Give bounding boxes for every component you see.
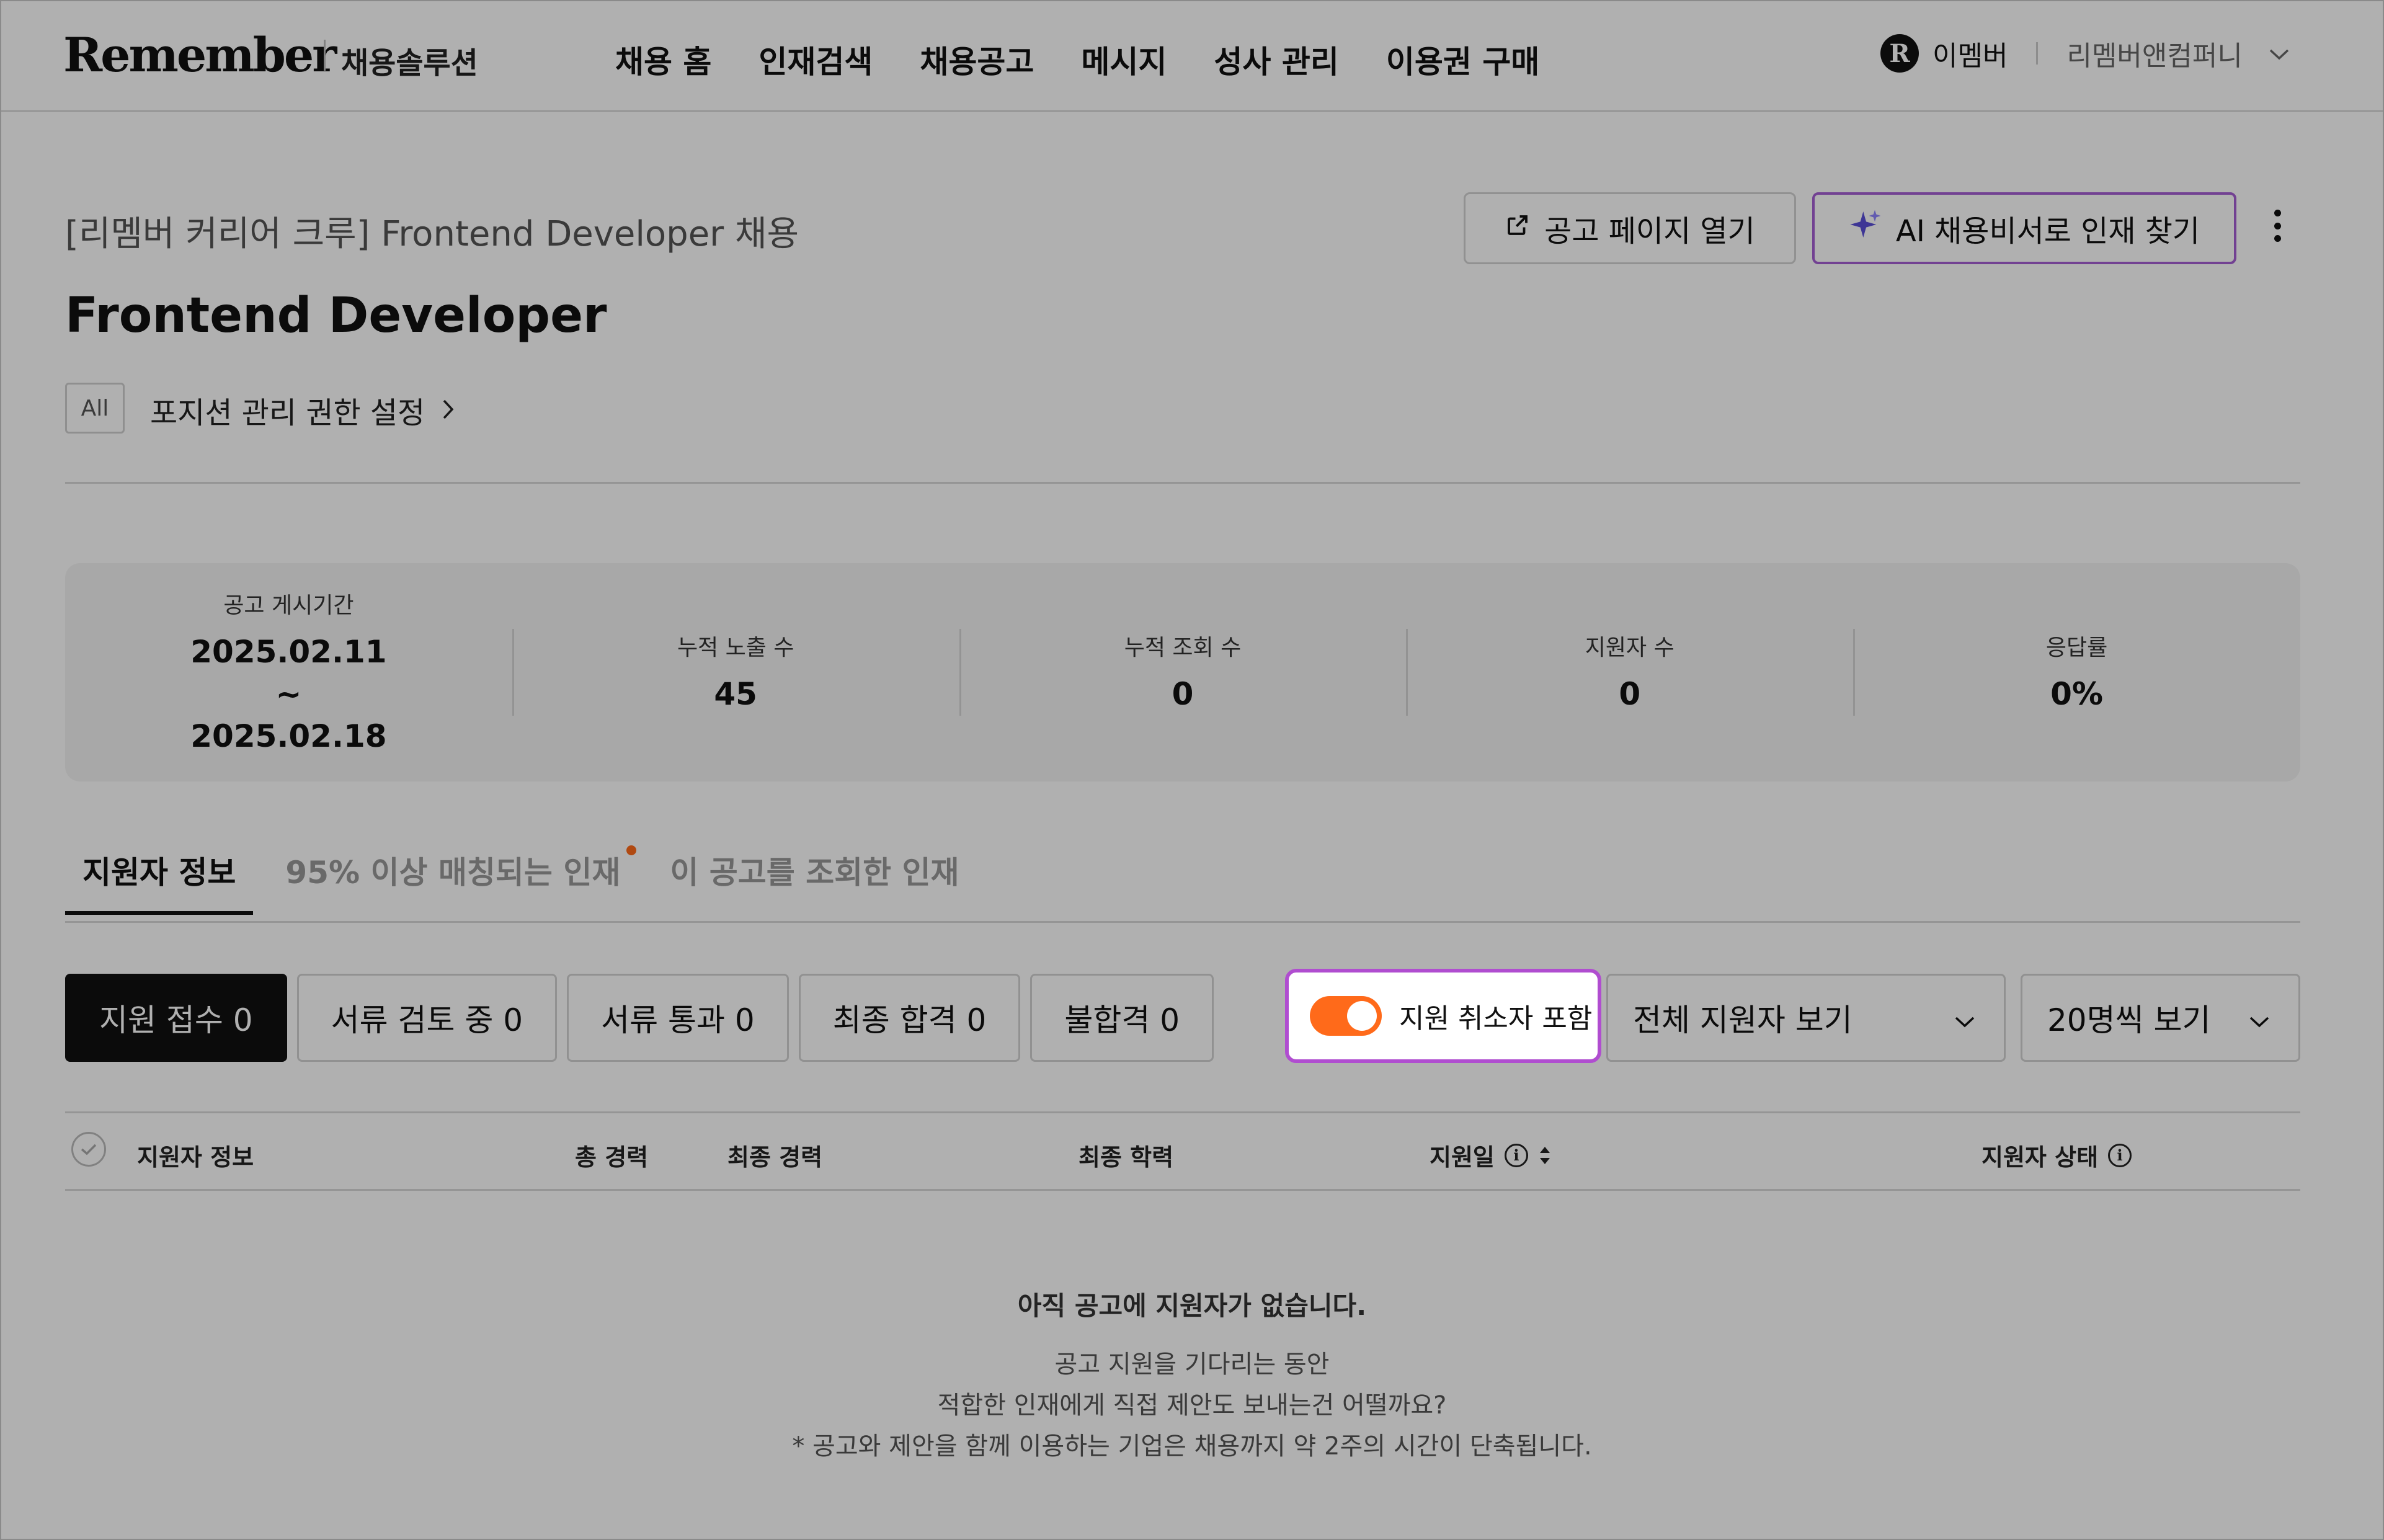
- nav-item-deal-management[interactable]: 성사 관리: [1214, 37, 1338, 82]
- info-icon[interactable]: i: [2108, 1143, 2132, 1167]
- permission-settings-label: 포지션 관리 권한 설정: [150, 396, 425, 430]
- stat-value: 0: [1172, 676, 1194, 712]
- col-education: 최종 학력: [1079, 1144, 1174, 1171]
- top-header: Remember 채용솔루션 채용 홈 인재검색 채용공고 메시지 성사 관리 …: [1, 1, 2383, 112]
- toggle-knob: [1347, 1001, 1377, 1031]
- status-filter-group: 지원 접수 0 서류 검토 중 0 서류 통과 0 최종 합격 0 불합격 0: [65, 974, 1214, 1062]
- filter-final-pass[interactable]: 최종 합격 0: [798, 974, 1021, 1062]
- user-name: 이멤버: [1933, 40, 2008, 72]
- empty-state-line: * 공고와 제안을 함께 이용하는 기업은 채용까지 약 2주의 시간이 단축됩…: [792, 1432, 1592, 1461]
- stat-posting-period: 공고 게시기간 2025.02.11 ~ 2025.02.18: [65, 563, 512, 781]
- chevron-down-icon: [2269, 41, 2290, 66]
- nav-item-talent-search[interactable]: 인재검색: [758, 37, 873, 82]
- col-applicant-status-label: 지원자 상태: [1981, 1144, 2099, 1171]
- filter-document-passed[interactable]: 서류 통과 0: [567, 974, 789, 1062]
- toggle-switch[interactable]: [1310, 996, 1382, 1036]
- user-divider: [2036, 42, 2039, 65]
- chevron-down-icon: [2249, 1000, 2270, 1036]
- open-posting-page-button[interactable]: 공고 페이지 열기: [1464, 192, 1796, 264]
- ai-assistant-button[interactable]: AI 채용비서로 인재 찾기: [1812, 192, 2236, 264]
- stat-value: 2025.02.11 ~ 2025.02.18: [190, 634, 387, 754]
- stat-applicants: 지원자 수 0: [1406, 563, 1853, 781]
- applicant-view-value: 전체 지원자 보기: [1633, 1002, 1852, 1038]
- applicant-view-select[interactable]: 전체 지원자 보기: [1606, 974, 2006, 1062]
- section-divider: [65, 482, 2300, 484]
- job-posting-subtitle: [리멤버 커리어 크루] Frontend Developer 채용: [65, 214, 799, 254]
- empty-state: 아직 공고에 지원자가 없습니다. 공고 지원을 기다리는 동안 적합한 인재에…: [1, 1285, 2383, 1467]
- external-link-icon: [1505, 211, 1531, 246]
- stat-value: 45: [714, 676, 757, 712]
- col-applied-date[interactable]: 지원일 i: [1430, 1138, 1552, 1172]
- highlighted-toggle-wrapper: 지원 취소자 포함: [1285, 969, 1601, 1063]
- select-all-check-icon[interactable]: [71, 1132, 106, 1167]
- applicant-table-header: 지원자 정보 총 경력 최종 경력 최종 학력 지원일 i 지원자 상태 i: [65, 1111, 2300, 1191]
- page-size-value: 20명씩 보기: [2047, 1002, 2211, 1038]
- sparkle-icon: [1849, 207, 1884, 249]
- applicant-tabs: 지원자 정보 95% 이상 매칭되는 인재 이 공고를 조회한 인재: [65, 845, 992, 915]
- stat-label: 지원자 수: [1585, 635, 1675, 661]
- tab-matching-talent[interactable]: 95% 이상 매칭되는 인재: [268, 845, 638, 915]
- page-size-select[interactable]: 20명씩 보기: [2021, 974, 2300, 1062]
- company-name: 리멤버앤컴퍼니: [2066, 40, 2243, 72]
- tabs-divider: [65, 921, 2300, 923]
- solution-label: 채용솔루션: [341, 46, 478, 81]
- permission-badge: All: [65, 383, 125, 434]
- empty-state-title: 아직 공고에 지원자가 없습니다.: [1017, 1291, 1367, 1321]
- stat-response-rate: 응답률 0%: [1853, 563, 2300, 781]
- stat-impressions: 누적 노출 수 45: [512, 563, 959, 781]
- permission-settings-link[interactable]: 포지션 관리 권한 설정: [150, 388, 455, 432]
- logo-divider: [324, 40, 326, 71]
- more-options-icon[interactable]: [2265, 201, 2290, 251]
- empty-state-line: 공고 지원을 기다리는 동안: [1054, 1350, 1330, 1379]
- ai-assistant-label: AI 채용비서로 인재 찾기: [1895, 214, 2200, 249]
- empty-state-line: 적합한 인재에게 직접 제안도 보내는건 어떨까요?: [937, 1391, 1447, 1420]
- tab-matching-talent-label: 95% 이상 매칭되는 인재: [285, 855, 621, 891]
- filter-rejected[interactable]: 불합격 0: [1030, 974, 1214, 1062]
- new-dot-badge: [626, 845, 637, 855]
- app-frame: Remember 채용솔루션 채용 홈 인재검색 채용공고 메시지 성사 관리 …: [0, 0, 2384, 1540]
- stat-views: 누적 조회 수 0: [959, 563, 1407, 781]
- chevron-down-icon: [1954, 1000, 1975, 1036]
- stat-label: 누적 조회 수: [1124, 635, 1242, 661]
- stat-label: 응답률: [2045, 635, 2108, 661]
- user-menu[interactable]: R 이멤버 리멤버앤컴퍼니: [1880, 33, 2290, 73]
- include-cancelled-label: 지원 취소자 포함: [1399, 1003, 1593, 1035]
- open-posting-page-label: 공고 페이지 열기: [1544, 214, 1755, 249]
- job-title: Frontend Developer: [65, 288, 607, 344]
- col-applicant-info: 지원자 정보: [137, 1144, 254, 1171]
- info-icon[interactable]: i: [1504, 1143, 1528, 1167]
- stat-label: 공고 게시기간: [223, 593, 354, 618]
- remember-logo[interactable]: Remember: [63, 27, 337, 82]
- tab-applicant-info[interactable]: 지원자 정보: [65, 848, 254, 915]
- nav-item-job-postings[interactable]: 채용공고: [920, 37, 1034, 82]
- col-applicant-status: 지원자 상태 i: [1981, 1138, 2132, 1172]
- sort-icon[interactable]: [1538, 1143, 1552, 1168]
- col-total-career: 총 경력: [575, 1144, 649, 1171]
- col-last-career: 최종 경력: [727, 1144, 823, 1171]
- filter-document-review[interactable]: 서류 검토 중 0: [296, 974, 558, 1062]
- nav-item-messages[interactable]: 메시지: [1081, 37, 1167, 82]
- stat-value: 0%: [2050, 676, 2104, 712]
- remember-r-icon: R: [1880, 34, 1919, 73]
- stat-value: 0: [1619, 676, 1641, 712]
- chevron-right-icon: [442, 393, 455, 427]
- main-nav: 채용 홈 인재검색 채용공고 메시지 성사 관리 이용권 구매: [615, 37, 1539, 82]
- tab-viewed-talent[interactable]: 이 공고를 조회한 인재: [652, 848, 976, 915]
- posting-stats-panel: 공고 게시기간 2025.02.11 ~ 2025.02.18 누적 노출 수 …: [65, 563, 2300, 781]
- col-applied-date-label: 지원일: [1430, 1144, 1495, 1171]
- nav-item-buy-pass[interactable]: 이용권 구매: [1386, 37, 1539, 82]
- stat-label: 누적 노출 수: [677, 635, 794, 661]
- include-cancelled-toggle[interactable]: 지원 취소자 포함: [1285, 969, 1601, 1063]
- nav-item-recruit-home[interactable]: 채용 홈: [615, 37, 711, 82]
- filter-received[interactable]: 지원 접수 0: [65, 974, 287, 1062]
